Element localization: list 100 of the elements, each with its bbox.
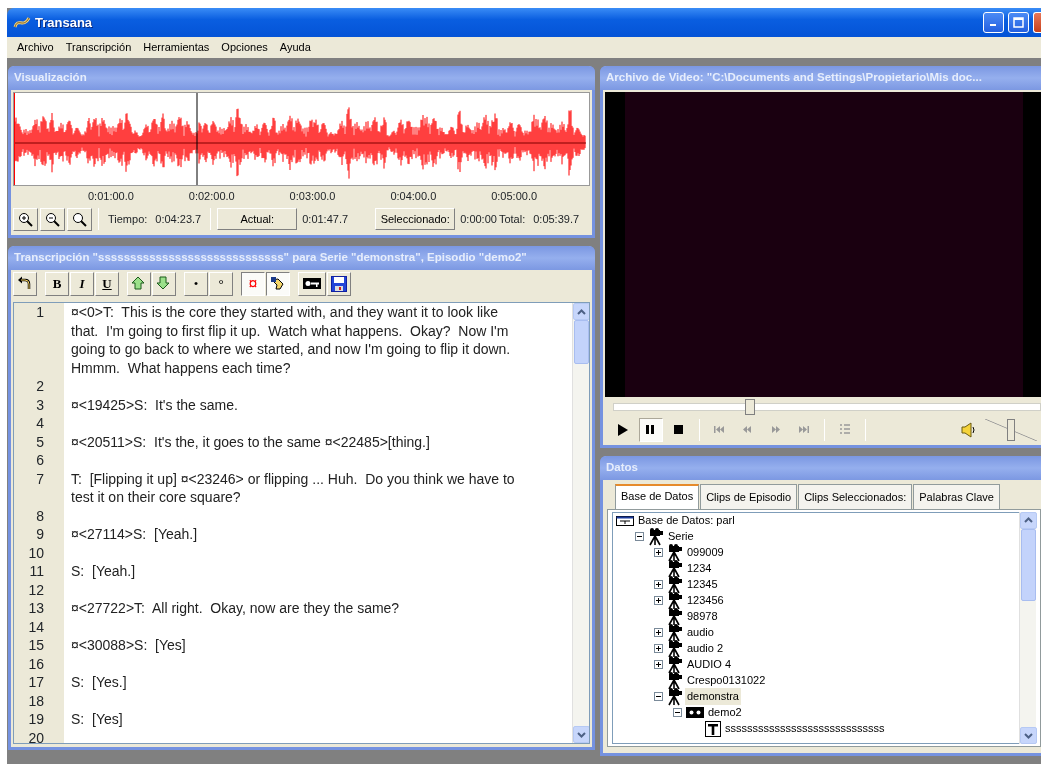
hand-button[interactable] <box>266 272 290 296</box>
expander-button[interactable] <box>673 708 682 717</box>
time-label: Tiempo: <box>107 211 149 227</box>
tab[interactable]: Palabras Clave <box>913 484 1000 509</box>
save-button[interactable] <box>327 272 351 296</box>
up-chevron-icon <box>577 308 586 315</box>
tree-item[interactable]: demo2 <box>706 704 744 721</box>
expander-button[interactable] <box>654 692 663 701</box>
down-arrow-icon <box>156 276 172 292</box>
plus-icon <box>655 661 662 668</box>
axis-label: 0:04:00.0 <box>390 188 438 204</box>
tree-item[interactable]: demonstra <box>685 688 741 705</box>
tree-item[interactable]: audio 2 <box>685 640 726 657</box>
plus-icon <box>655 629 662 636</box>
maximize-button[interactable] <box>1008 12 1029 33</box>
dot-button[interactable]: • <box>184 272 208 296</box>
degree-button[interactable]: ° <box>209 272 233 296</box>
scroll-down-button[interactable] <box>1020 727 1037 744</box>
zoom-in-button[interactable] <box>13 207 38 231</box>
undo-button[interactable] <box>13 272 37 296</box>
transcript-text: ¤<30088>S: [Yes] <box>70 636 187 655</box>
scroll-up-button[interactable] <box>573 303 589 320</box>
expander-button[interactable] <box>635 532 644 541</box>
expander-button[interactable] <box>654 644 663 653</box>
selected-value: 0:00:00 <box>459 211 497 227</box>
time-value: 0:04:23.7 <box>154 211 203 227</box>
scrollbar[interactable] <box>1019 511 1036 744</box>
menu-item[interactable]: Opciones <box>215 39 274 56</box>
underline-button[interactable]: U <box>95 272 119 296</box>
transcript-text: S: [Yes.] <box>70 673 128 692</box>
total-value: 0:05:39.7 <box>532 211 581 227</box>
scroll-thumb[interactable] <box>1021 528 1036 601</box>
scroll-thumb[interactable] <box>574 320 589 364</box>
minimize-button[interactable] <box>983 12 1004 33</box>
tree-item[interactable]: 1234 <box>685 560 714 577</box>
menu-item[interactable]: Transcripción <box>59 39 138 56</box>
zoom-button[interactable] <box>67 207 92 231</box>
tree-item[interactable]: Crespo0131022 <box>685 672 768 689</box>
speaker-icon[interactable] <box>961 422 975 438</box>
current-button[interactable]: Actual: <box>217 208 298 230</box>
menu-item[interactable]: Herramientas <box>137 39 216 56</box>
plus-icon <box>655 597 662 604</box>
slider-thumb[interactable] <box>745 399 756 415</box>
axis-label: 0:03:00.0 <box>289 188 337 204</box>
stop-icon <box>672 423 686 437</box>
transcript-icon <box>705 720 721 737</box>
zoom-out-icon <box>45 211 60 227</box>
expander-button[interactable] <box>654 660 663 669</box>
tree-item[interactable]: 12345 <box>685 576 720 593</box>
panel-title: Datos <box>606 460 638 476</box>
panel-title: Transcripción "sssssssssssssssssssssssssssss" para Serie "demonstra", Episodio "demo2" <box>14 250 527 266</box>
up-chevron-icon <box>1024 517 1033 523</box>
tree-item[interactable]: 099009 <box>685 544 726 561</box>
scrollbar[interactable] <box>572 303 589 743</box>
properties-button[interactable] <box>298 272 326 296</box>
pause-button[interactable] <box>639 418 663 442</box>
expander-button[interactable] <box>654 548 663 557</box>
minus-icon <box>655 693 662 700</box>
tree-item[interactable]: Serie <box>666 528 696 545</box>
maximize-icon <box>1013 17 1024 28</box>
play-icon <box>616 423 630 437</box>
zoom-out-button[interactable] <box>40 207 65 231</box>
tree-item[interactable]: Base de Datos: parl <box>636 512 737 529</box>
tree-item[interactable]: sssssssssssssssssssssssssssss <box>723 720 887 737</box>
close-button[interactable] <box>1033 12 1041 33</box>
list-icon <box>838 423 852 437</box>
save-icon <box>331 276 347 292</box>
camera-icon <box>667 575 683 594</box>
plus-icon <box>655 549 662 556</box>
camera-icon <box>667 591 683 610</box>
menu-item[interactable]: Ayuda <box>273 39 317 56</box>
up-arrow-button[interactable] <box>127 272 151 296</box>
transcript-text: ¤<19425>S: It's the same. <box>70 395 239 414</box>
down-arrow-button[interactable] <box>152 272 176 296</box>
expander-button[interactable] <box>654 580 663 589</box>
scroll-down-button[interactable] <box>573 726 589 743</box>
waveform[interactable] <box>14 93 588 185</box>
tab[interactable]: Clips de Episodio <box>700 484 798 509</box>
scroll-up-button[interactable] <box>1020 511 1037 529</box>
expander-button[interactable] <box>654 628 663 637</box>
transcript-text: ¤<20511>S: It's the, it goes to the same ¤<22485>[thing.] <box>70 432 431 451</box>
tab[interactable]: Clips Seleccionados: <box>798 484 913 509</box>
tree-item[interactable]: 123456 <box>685 592 726 609</box>
tree-item[interactable]: 98978 <box>685 608 720 625</box>
tree-item[interactable]: audio <box>685 624 716 641</box>
timecode-button[interactable]: ¤ <box>241 272 265 296</box>
menu-item[interactable]: Archivo <box>11 39 60 56</box>
italic-button[interactable]: I <box>70 272 94 296</box>
selected-button[interactable]: Seleccionado: <box>375 208 456 230</box>
expander-button[interactable] <box>654 596 663 605</box>
panel-title: Archivo de Video: "C:\Documents and Settings\Propietario\Mis doc... <box>606 70 982 86</box>
current-value: 0:01:47.7 <box>301 211 350 227</box>
database-icon <box>616 514 634 527</box>
volume-thumb[interactable] <box>1007 419 1015 441</box>
tab[interactable]: Base de Datos <box>615 484 700 509</box>
camera-icon <box>667 543 683 562</box>
transcript-text: T: [Flipping it up] ¤<23246> or flipping ... Huh. Do you think we have to test it on their core square? <box>70 469 516 507</box>
tree-item[interactable]: AUDIO 4 <box>685 656 733 673</box>
axis-label: 0:02:00.0 <box>188 188 236 204</box>
bold-button[interactable]: B <box>45 272 69 296</box>
